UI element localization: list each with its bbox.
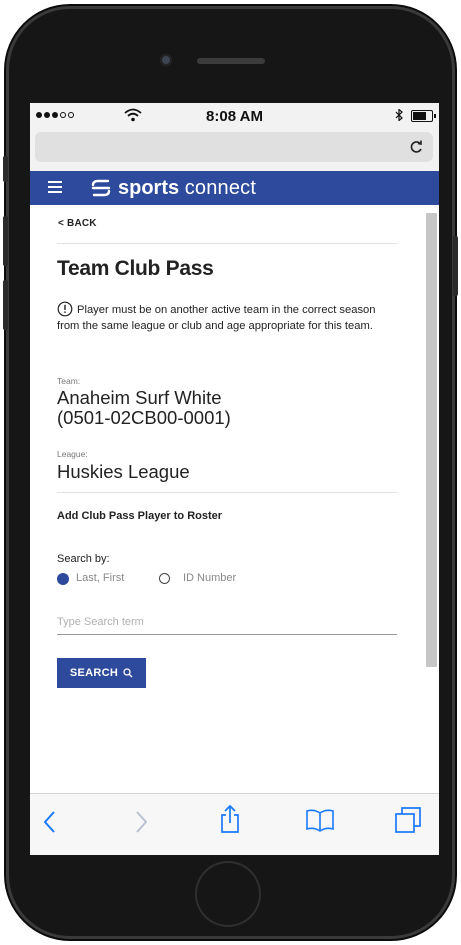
sports-connect-logo-icon [91,179,111,197]
forward-arrow-icon[interactable] [131,809,151,835]
volume-down-button [3,280,8,330]
home-button[interactable] [195,861,261,927]
reload-icon[interactable] [409,139,423,155]
back-link[interactable]: < BACK [58,218,97,229]
scrollbar[interactable] [426,213,437,667]
brand-name[interactable]: sports connect [118,177,256,199]
bookmarks-icon[interactable] [305,808,335,832]
power-button [453,236,458,296]
search-input[interactable] [57,610,397,635]
clock: 8:08 AM [206,108,263,125]
team-name: Anaheim Surf White [57,387,222,408]
divider [57,243,397,244]
browser-chrome [30,129,439,171]
site-header: sports connect [30,171,439,205]
earpiece-speaker [197,58,265,64]
browser-toolbar [30,793,439,855]
radio-last-first[interactable] [57,573,69,585]
address-bar[interactable] [35,132,433,162]
search-by-label: Search by: [57,553,110,565]
league-name: Huskies League [57,461,190,482]
search-button[interactable]: SEARCH [57,658,146,688]
battery-icon [411,110,436,122]
radio-id-number-label[interactable]: ID Number [183,572,236,584]
phone-screen: 8:08 AM sports connect < BACK Team Club … [30,103,439,855]
radio-last-first-label[interactable]: Last, First [76,572,124,584]
hamburger-menu-icon[interactable] [48,181,62,193]
team-code: (0501-02CB00-0001) [57,407,231,428]
front-camera [160,54,172,66]
brand-light: connect [184,177,257,199]
bluetooth-icon [395,109,403,121]
search-button-label: SEARCH [69,667,119,679]
eligibility-notice: Player must be on another active team in… [57,304,376,332]
radio-id-number[interactable] [159,573,170,584]
search-icon [123,668,133,678]
volume-up-button [3,216,8,266]
league-label: League: [57,449,88,459]
page-title: Team Club Pass [57,257,214,280]
divider [57,492,397,493]
share-icon[interactable] [219,804,241,834]
brand-bold: sports [118,177,180,199]
tabs-icon[interactable] [394,806,422,834]
status-bar: 8:08 AM [30,103,439,129]
silent-switch [3,156,8,182]
team-label: Team: [57,376,81,386]
page-content: < BACK Team Club Pass Player must be on … [30,205,439,725]
section-title: Add Club Pass Player to Roster [57,510,223,522]
back-arrow-icon[interactable] [40,809,60,835]
